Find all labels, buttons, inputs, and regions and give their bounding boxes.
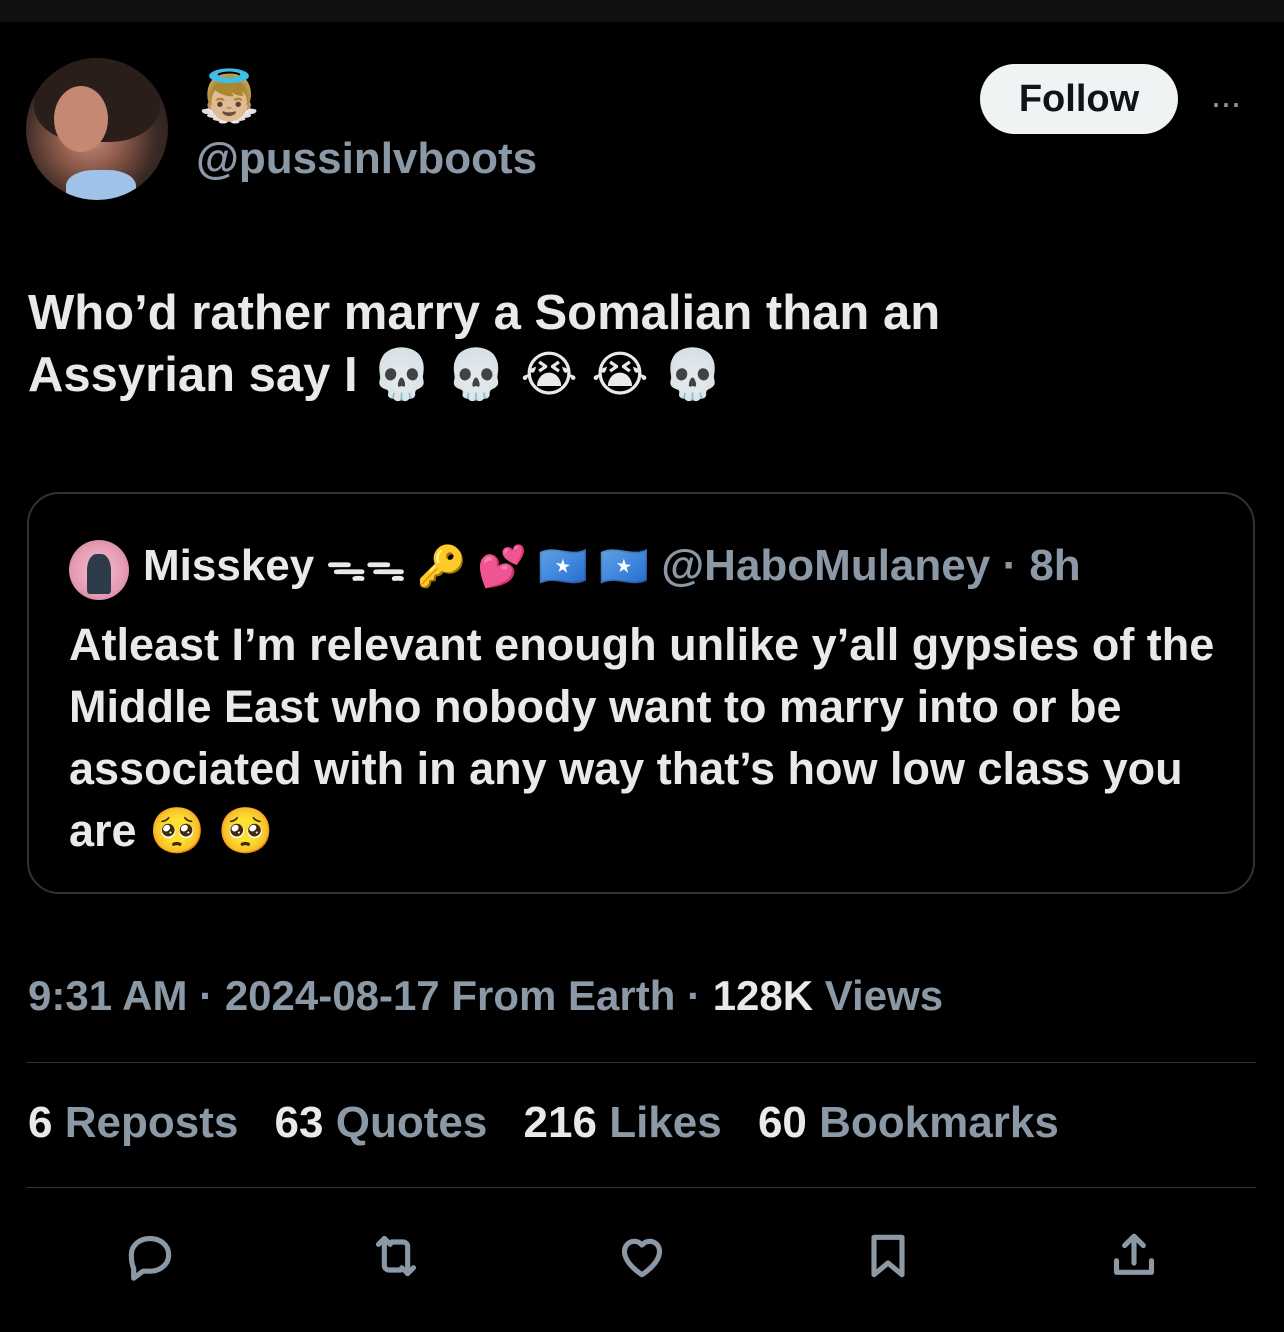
- quoted-author-name[interactable]: Misskey: [143, 541, 314, 590]
- like-button[interactable]: [612, 1226, 672, 1286]
- quoted-time-separator: ·: [990, 541, 1030, 590]
- tweet-text-line-2: Assyrian say I 💀 💀 😭 😭 💀: [28, 348, 724, 402]
- tweet-source: From Earth: [439, 972, 676, 1019]
- author-badge-emoji: 👼🏼: [198, 68, 261, 124]
- reposts-stat[interactable]: 6 Reposts: [28, 1098, 238, 1147]
- quoted-time[interactable]: 8h: [1029, 541, 1080, 590]
- quotes-label: Quotes: [335, 1098, 488, 1147]
- author-avatar[interactable]: [26, 58, 168, 200]
- tweet-text-line-1: Who’d rather marry a Somalian than an: [28, 286, 941, 340]
- repost-button[interactable]: [366, 1226, 426, 1286]
- meta-separator: ·: [187, 972, 225, 1019]
- quoted-tweet-header: Misskey ᯓᯓ 🔑 💕 🇸🇴 🇸🇴 @HaboMulaney · 8h: [143, 538, 1081, 595]
- divider: [26, 1187, 1256, 1188]
- follow-button[interactable]: Follow: [980, 64, 1178, 134]
- reply-icon: [128, 1235, 172, 1281]
- share-button[interactable]: [1104, 1226, 1164, 1286]
- reposts-label: Reposts: [64, 1098, 239, 1147]
- engagement-stats: 6 Reposts 63 Quotes 216 Likes 60 Bookmar…: [28, 1098, 1083, 1148]
- quoted-tweet-text: Atleast I’m relevant enough unlike y’all…: [69, 619, 1215, 856]
- bookmarks-label: Bookmarks: [819, 1098, 1059, 1147]
- like-icon: [621, 1238, 663, 1278]
- quoted-author-name-emojis: ᯓᯓ 🔑 💕 🇸🇴 🇸🇴: [326, 545, 650, 589]
- divider: [26, 1062, 1256, 1063]
- repost-icon: [375, 1235, 417, 1277]
- tweet-text: Who’d rather marry a Somalian than an As…: [28, 282, 1248, 406]
- reposts-count: 6: [28, 1098, 53, 1147]
- quoted-author-avatar[interactable]: [69, 540, 129, 600]
- author-handle[interactable]: @pussinlvboots: [196, 134, 537, 184]
- views-count: 128K: [712, 972, 814, 1019]
- more-options-icon[interactable]: ···: [1210, 82, 1242, 124]
- meta-separator: ·: [675, 972, 713, 1019]
- bookmarks-stat[interactable]: 60 Bookmarks: [758, 1098, 1059, 1147]
- quoted-tweet[interactable]: Misskey ᯓᯓ 🔑 💕 🇸🇴 🇸🇴 @HaboMulaney · 8h A…: [27, 492, 1255, 894]
- tweet-meta: 9:31 AM · 2024-08-17 From Earth · 128K V…: [28, 972, 943, 1020]
- likes-label: Likes: [609, 1098, 722, 1147]
- top-bar: [0, 0, 1284, 22]
- likes-count: 216: [523, 1098, 597, 1147]
- tweet-time[interactable]: 9:31 AM: [28, 972, 188, 1019]
- bookmark-icon: [871, 1234, 905, 1278]
- bookmark-button[interactable]: [858, 1226, 918, 1286]
- bookmarks-count: 60: [757, 1098, 807, 1147]
- likes-stat[interactable]: 216 Likes: [524, 1098, 722, 1147]
- quoted-author-handle[interactable]: @HaboMulaney: [661, 541, 990, 590]
- tweet-date[interactable]: 2024-08-17: [225, 972, 440, 1019]
- quotes-count: 63: [274, 1098, 324, 1147]
- reply-button[interactable]: [120, 1226, 180, 1286]
- share-icon: [1113, 1233, 1155, 1275]
- views-label: Views: [813, 972, 944, 1019]
- quotes-stat[interactable]: 63 Quotes: [275, 1098, 488, 1147]
